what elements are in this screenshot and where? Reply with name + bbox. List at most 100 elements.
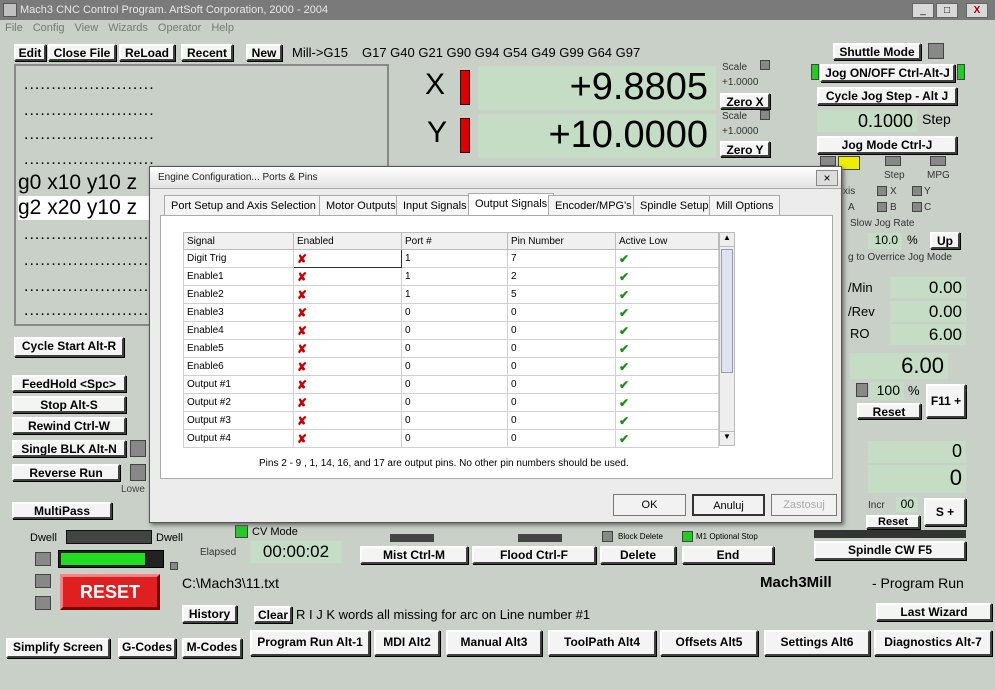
table-scrollbar[interactable]: ▲ ▼ [719,232,735,446]
menu-help[interactable]: Help [206,20,239,36]
dialog-close-button[interactable]: × [816,170,838,186]
enabled-cell[interactable]: ✘ [293,411,402,430]
zero-y-button[interactable]: Zero Y [720,141,770,157]
signal-row[interactable]: Output #3 ✘ 0 0 ✔ [183,411,719,430]
signal-row[interactable]: Enable3 ✘ 0 0 ✔ [183,303,719,322]
feed-override-pct[interactable]: 100 [870,382,904,400]
active-low-cell[interactable]: ✔ [615,267,719,286]
manual-tab[interactable]: Manual Alt3 [446,630,542,656]
last-wizard-button[interactable]: Last Wizard [876,603,992,621]
mdi-tab[interactable]: MDI Alt2 [374,630,440,656]
menu-file[interactable]: File [0,20,28,36]
tab-spindle-setup[interactable]: Spindle Setup [633,195,716,215]
signal-row[interactable]: Output #4 ✘ 0 0 ✔ [183,429,719,448]
active-low-cell[interactable]: ✔ [615,411,719,430]
cycle-start-button[interactable]: Cycle Start Alt-R [14,337,124,357]
port-cell[interactable]: 0 [401,303,508,322]
clear-button[interactable]: Clear [254,606,292,623]
pin-cell[interactable]: 0 [507,321,616,340]
active-low-cell[interactable]: ✔ [615,285,719,304]
active-low-cell[interactable]: ✔ [615,393,719,412]
enabled-cell[interactable]: ✘ [293,357,402,376]
pin-cell[interactable]: 7 [507,249,616,268]
simplify-screen-button[interactable]: Simplify Screen [6,638,110,658]
tab-motor-outputs[interactable]: Motor Outputs [319,195,403,215]
signal-name-cell[interactable]: Output #2 [183,393,294,412]
signal-name-cell[interactable]: Enable5 [183,339,294,358]
mcodes-button[interactable]: M-Codes [182,638,242,658]
recent-button[interactable]: Recent [181,44,233,61]
active-low-cell[interactable]: ✔ [615,339,719,358]
port-cell[interactable]: 1 [401,267,508,286]
signal-row[interactable]: Enable6 ✘ 0 0 ✔ [183,357,719,376]
diagnostics-tab[interactable]: Diagnostics Alt-7 [874,630,992,656]
new-button[interactable]: New [246,44,282,61]
active-low-cell[interactable]: ✔ [615,357,719,376]
jog-rate-up-button[interactable]: Up [930,232,960,249]
enabled-cell[interactable]: ✘ [293,267,402,286]
x-dro[interactable]: +9.8805 [478,66,716,110]
y-dro[interactable]: +10.0000 [478,114,716,158]
signal-row[interactable]: Enable1 ✘ 1 2 ✔ [183,267,719,286]
enabled-cell[interactable]: ✘ [293,339,402,358]
signal-row[interactable]: Output #1 ✘ 0 0 ✔ [183,375,719,394]
pin-cell[interactable]: 0 [507,303,616,322]
incr-value[interactable]: 00 [896,497,918,512]
signal-name-cell[interactable]: Enable1 [183,267,294,286]
program-run-tab[interactable]: Program Run Alt-1 [250,630,370,656]
ok-button[interactable]: OK [613,494,686,516]
tab-input-signals[interactable]: Input Signals [396,195,474,215]
active-low-cell[interactable]: ✔ [615,375,719,394]
end-button[interactable]: End [682,546,774,564]
port-cell[interactable]: 1 [401,285,508,304]
signal-name-cell[interactable]: Enable3 [183,303,294,322]
shuttle-mode-button[interactable]: Shuttle Mode [833,43,921,60]
signal-name-cell[interactable]: Enable2 [183,285,294,304]
active-low-cell[interactable]: ✔ [615,429,719,448]
active-low-cell[interactable]: ✔ [615,249,719,268]
enabled-cell[interactable]: ✘ [293,321,402,340]
pin-cell[interactable]: 2 [507,267,616,286]
delete-button[interactable]: Delete [600,546,676,564]
slow-jog-rate-value[interactable]: 10.0 [868,233,902,249]
spindle-plus-button[interactable]: S + [924,498,966,526]
toolpath-tab[interactable]: ToolPath Alt4 [548,630,656,656]
offsets-tab[interactable]: Offsets Alt5 [660,630,758,656]
signal-name-cell[interactable]: Enable6 [183,357,294,376]
close-file-button[interactable]: Close File [48,44,116,61]
active-low-cell[interactable]: ✔ [615,303,719,322]
signal-name-cell[interactable]: Enable4 [183,321,294,340]
port-cell[interactable]: 0 [401,321,508,340]
pin-cell[interactable]: 0 [507,339,616,358]
settings-tab[interactable]: Settings Alt6 [764,630,870,656]
port-cell[interactable]: 0 [401,339,508,358]
jog-mode-button[interactable]: Jog Mode Ctrl-J [817,136,957,154]
spindle-reset-button[interactable]: Reset [866,515,920,529]
scroll-up-arrow[interactable]: ▲ [720,233,734,247]
feedhold-button[interactable]: FeedHold <Spc> [12,375,126,392]
cancel-button[interactable]: Anuluj [692,494,765,516]
menu-view[interactable]: View [70,20,104,36]
stop-button[interactable]: Stop Alt-S [12,396,126,413]
tab-output-signals[interactable]: Output Signals [468,193,555,216]
tab-port-setup[interactable]: Port Setup and Axis Selection [164,195,323,215]
signal-row[interactable]: Enable2 ✘ 1 5 ✔ [183,285,719,304]
single-block-button[interactable]: Single BLK Alt-N [12,440,126,457]
port-cell[interactable]: 0 [401,357,508,376]
zero-x-button[interactable]: Zero X [720,93,770,109]
port-cell[interactable]: 0 [401,393,508,412]
scroll-down-arrow[interactable]: ▼ [720,431,734,445]
spindle-cw-button[interactable]: Spindle CW F5 [814,541,966,560]
signal-row[interactable]: Enable5 ✘ 0 0 ✔ [183,339,719,358]
gcodes-button[interactable]: G-Codes [118,638,176,658]
pin-cell[interactable]: 5 [507,285,616,304]
feedrate-big-value[interactable]: 6.00 [850,353,948,379]
signal-name-cell[interactable]: Output #3 [183,411,294,430]
reload-button[interactable]: ReLoad [119,44,175,61]
minimize-button[interactable]: _ [912,3,934,18]
enabled-cell[interactable]: ✘ [293,285,402,304]
signal-name-cell[interactable]: Output #4 [183,429,294,448]
pin-cell[interactable]: 0 [507,429,616,448]
pin-cell[interactable]: 0 [507,357,616,376]
port-cell[interactable]: 0 [401,375,508,394]
